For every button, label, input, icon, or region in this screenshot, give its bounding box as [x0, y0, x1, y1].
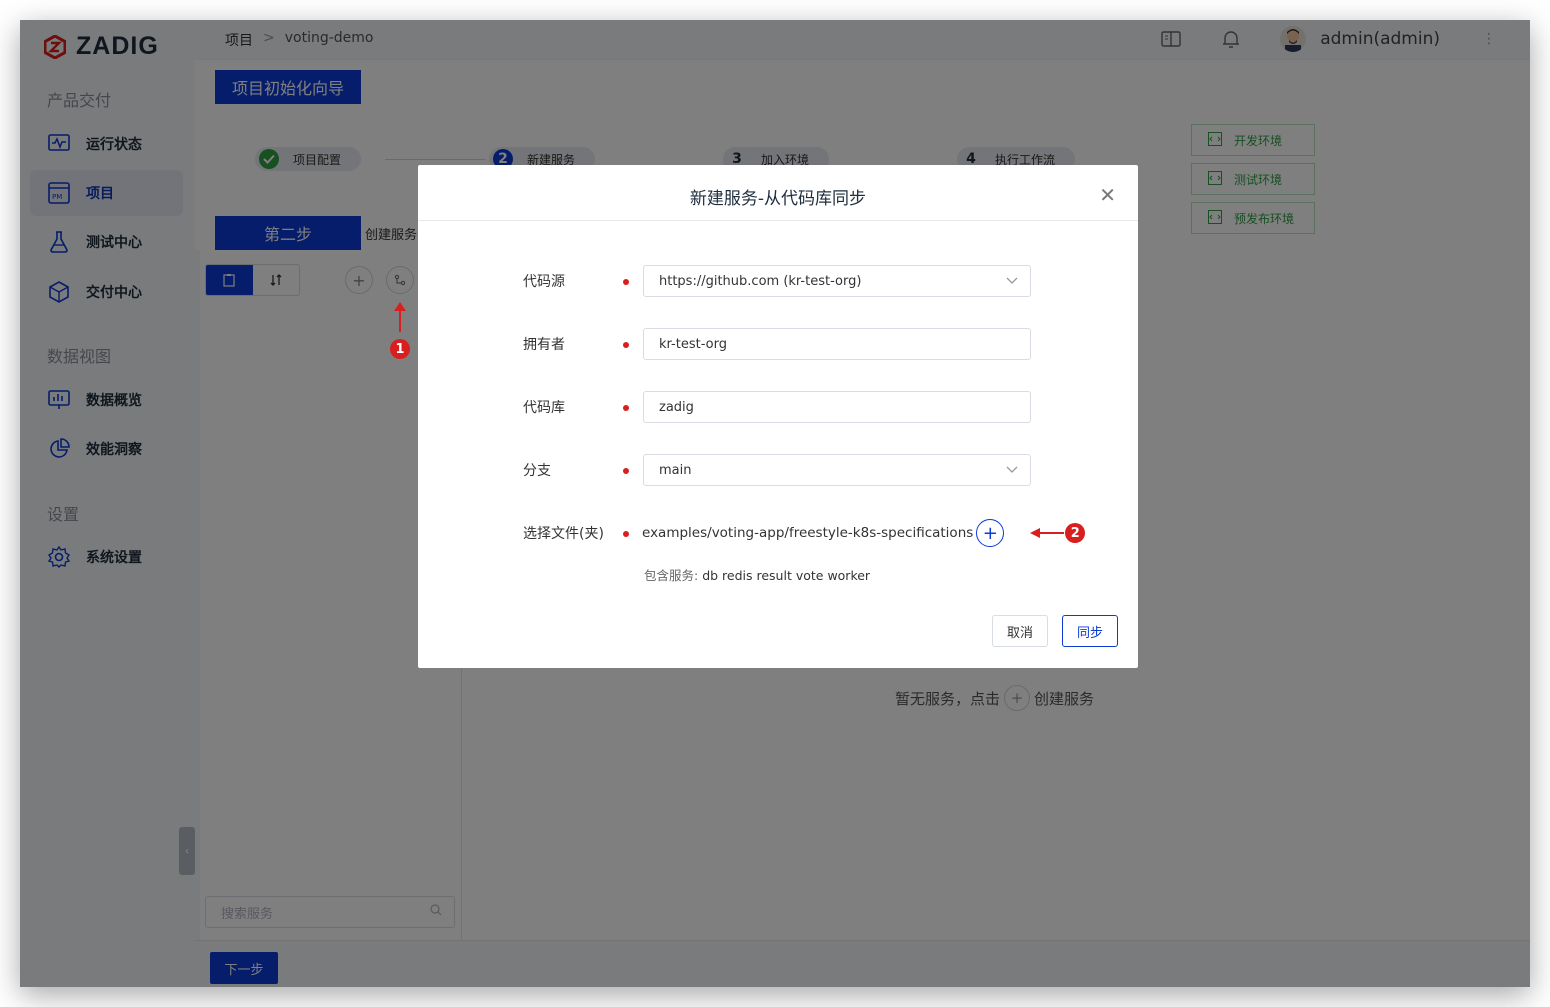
owner-value: kr-test-org	[659, 336, 727, 352]
close-icon[interactable]: ✕	[1099, 183, 1116, 207]
included-services: 包含服务: db redis result vote worker	[644, 565, 870, 584]
repo-label: 代码库	[523, 400, 565, 416]
form-row-owner: 拥有者 kr-test-org	[523, 328, 1031, 360]
cancel-button[interactable]: 取消	[992, 615, 1048, 647]
form-row-path: 选择文件(夹) examples/voting-app/freestyle-k8…	[523, 519, 1086, 547]
repo-field[interactable]: zadig	[643, 391, 1031, 423]
form-row-source: 代码源 https://github.com (kr-test-org)	[523, 265, 1031, 297]
branch-value: main	[659, 462, 692, 478]
required-dot	[623, 278, 629, 285]
form-row-repo: 代码库 zadig	[523, 391, 1031, 423]
dialog-title: 新建服务-从代码库同步	[689, 189, 867, 209]
select-folder-plus-icon[interactable]: +	[976, 519, 1005, 547]
owner-label: 拥有者	[523, 337, 565, 353]
source-select[interactable]: https://github.com (kr-test-org)	[643, 265, 1031, 297]
annotation-badge-2: 2	[1065, 523, 1086, 543]
arrow-left-icon	[1030, 528, 1065, 538]
included-services-key: 包含服务:	[644, 568, 699, 583]
arrow-up-icon	[394, 302, 406, 332]
required-dot	[623, 404, 629, 411]
required-dot	[623, 467, 629, 474]
branch-select[interactable]: main	[643, 454, 1031, 486]
path-label: 选择文件(夹)	[523, 526, 604, 542]
included-services-value: db redis result vote worker	[702, 568, 871, 583]
required-dot	[623, 530, 629, 537]
chevron-down-icon	[1006, 463, 1018, 478]
path-value: examples/voting-app/freestyle-k8s-specif…	[642, 525, 974, 541]
branch-label: 分支	[523, 463, 551, 479]
chevron-down-icon	[1006, 274, 1018, 289]
source-label: 代码源	[523, 274, 565, 290]
owner-field[interactable]: kr-test-org	[643, 328, 1031, 360]
source-value: https://github.com (kr-test-org)	[659, 273, 862, 289]
sync-repo-dialog: 新建服务-从代码库同步 ✕ 代码源 https://github.com (kr…	[418, 165, 1138, 668]
repo-value: zadig	[659, 399, 694, 415]
form-row-branch: 分支 main	[523, 454, 1031, 486]
annotation-badge-1: 1	[390, 339, 410, 359]
app-window: ZADIG 产品交付 运行状态 PM 项目 测试中心 交付中心	[20, 20, 1530, 987]
sync-button[interactable]: 同步	[1062, 615, 1118, 647]
required-dot	[623, 341, 629, 348]
dialog-header: 新建服务-从代码库同步 ✕	[418, 165, 1138, 221]
